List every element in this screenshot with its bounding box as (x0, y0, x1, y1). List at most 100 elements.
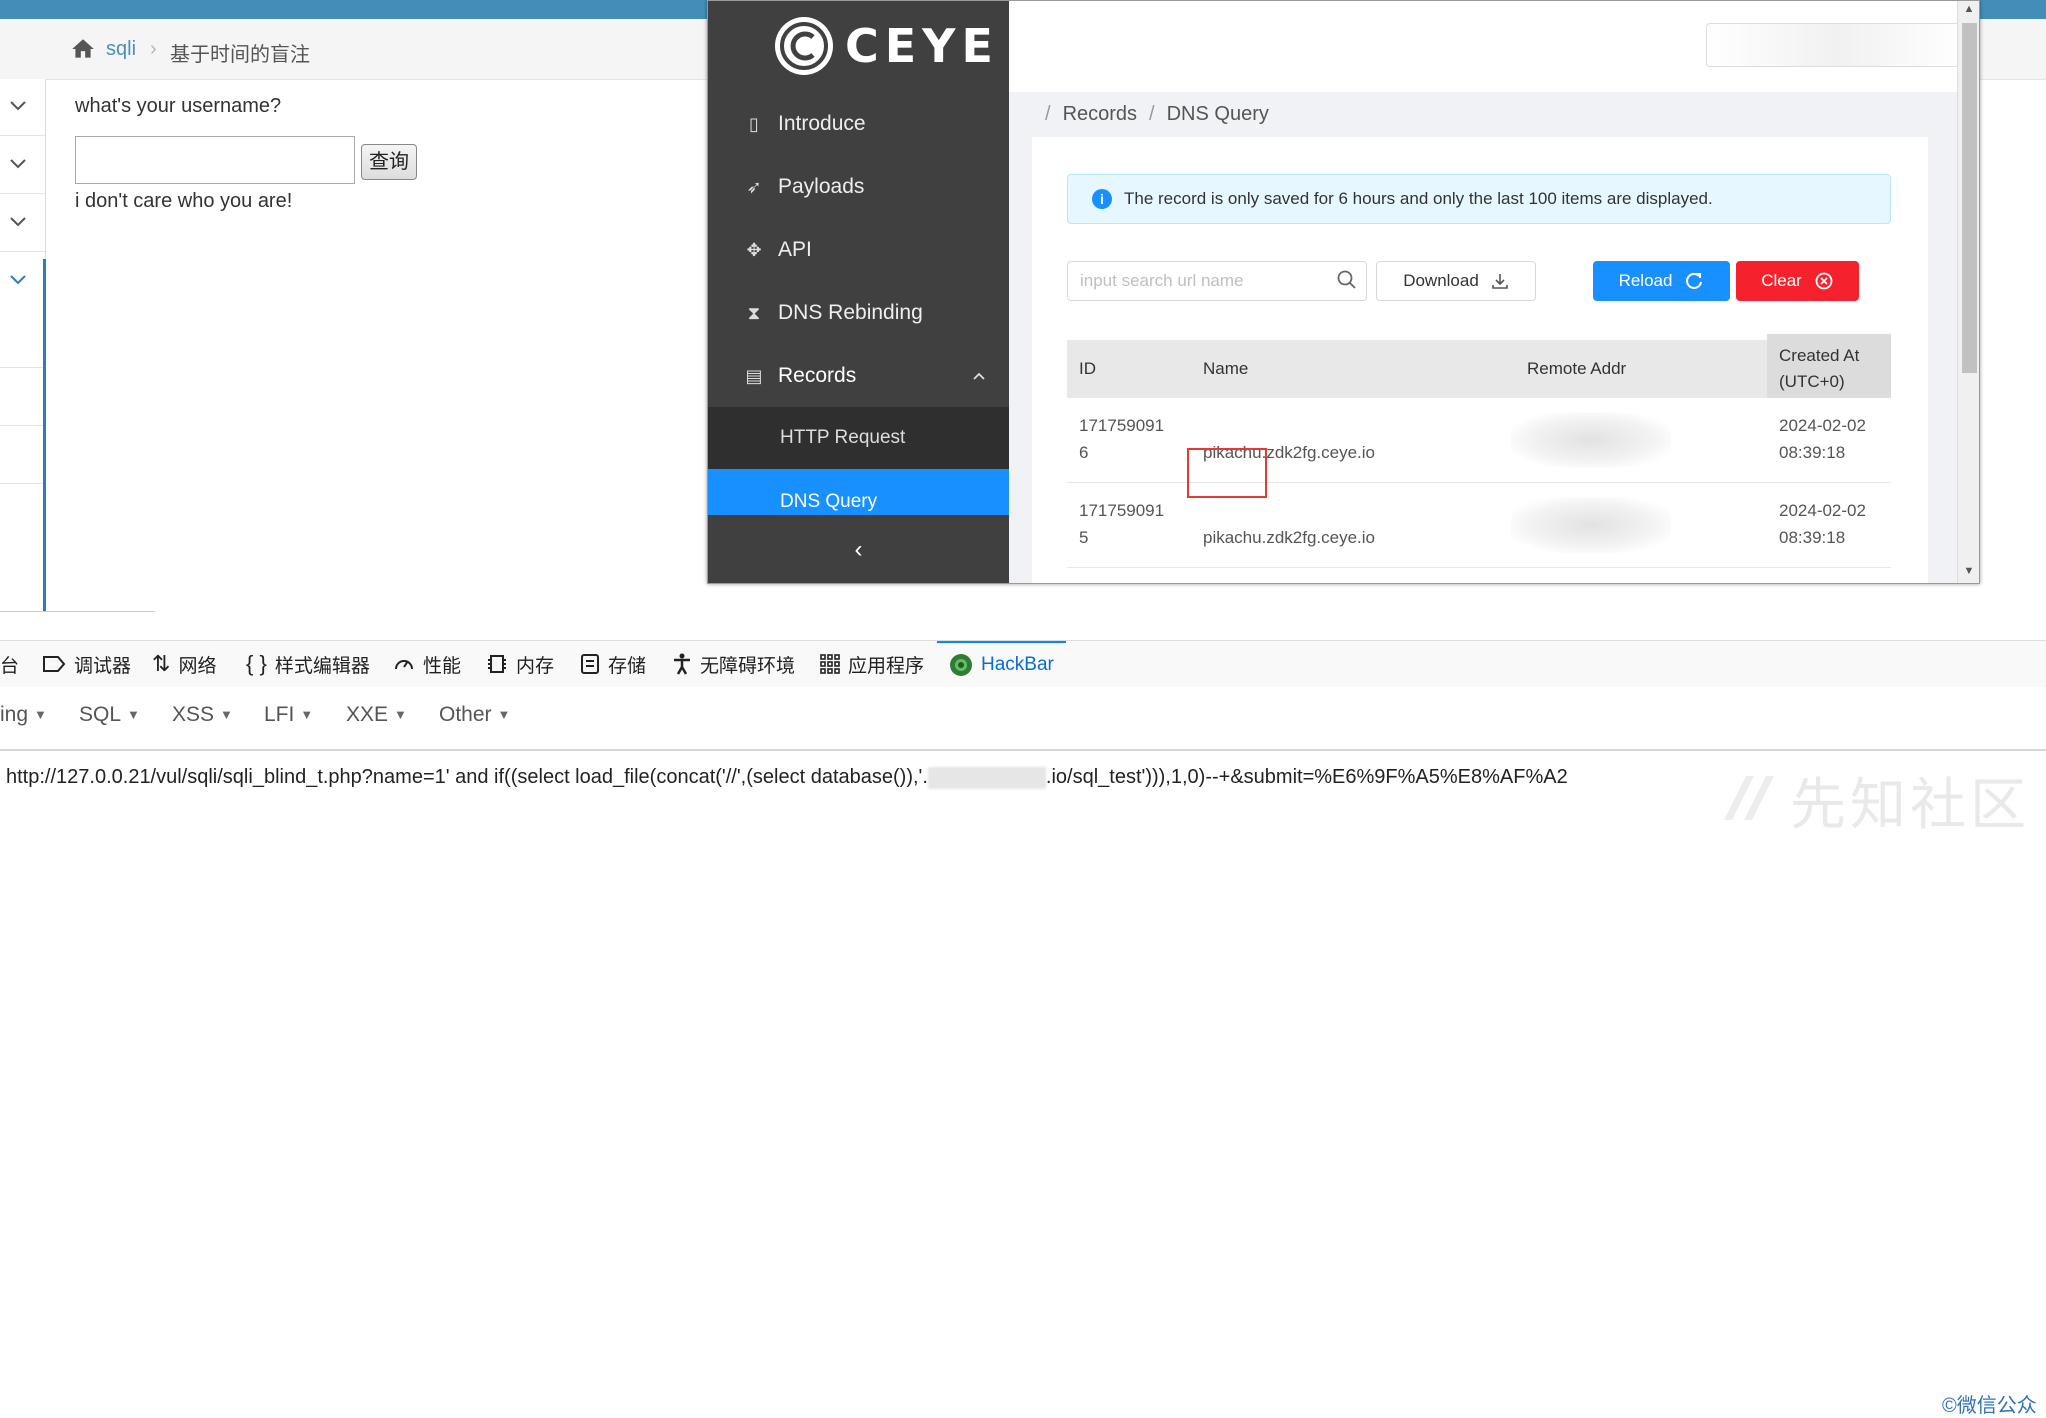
caret-down-icon: ▼ (127, 707, 140, 722)
tab-debugger[interactable]: 调试器 (42, 641, 131, 687)
breadcrumb-link-sqli[interactable]: sqli (106, 38, 136, 61)
wechat-watermark: ©微信公众 (1942, 1395, 2037, 1417)
tab-label: 调试器 (74, 655, 132, 677)
download-icon (1491, 274, 1508, 289)
ceye-header (1009, 1, 1979, 92)
records-submenu: HTTP Request DNS Query (708, 407, 1009, 515)
tab-label: 应用程序 (848, 655, 925, 677)
chevron-down-icon[interactable] (8, 211, 28, 231)
button-label: Clear (1761, 271, 1802, 290)
tab-application[interactable]: 应用程序 (820, 641, 924, 687)
breadcrumb-separator: / (1149, 103, 1155, 125)
breadcrumb-current: 基于时间的盲注 (170, 44, 310, 66)
tab-label: 样式编辑器 (274, 655, 370, 677)
caret-down-icon: ▼ (300, 707, 314, 722)
sidebar-item-label: HTTP Request (780, 427, 906, 448)
tab-network[interactable]: ⇅ 网络 (152, 641, 216, 687)
sidebar-collapsed (0, 79, 46, 611)
sidebar-collapse-button[interactable]: ‹ (708, 515, 1009, 583)
id-line: 171759091 (1079, 416, 1165, 435)
tab-hackbar[interactable]: HackBar (937, 641, 1066, 687)
sidebar-item-api[interactable]: ✥ API (708, 219, 1009, 281)
caret-down-icon: ▼ (497, 707, 511, 722)
tab-memory[interactable]: 内存 (486, 641, 554, 687)
info-alert: i The record is only saved for 6 hours a… (1067, 174, 1891, 224)
breadcrumb-separator: / (1045, 103, 1051, 125)
chevron-down-icon[interactable] (8, 153, 28, 173)
tab-label: 性能 (423, 655, 462, 677)
chevron-down-icon[interactable] (8, 95, 28, 115)
hackbar-menu: ing ▼ SQL ▼ XSS ▼ LFI ▼ XXE ▼ Other ▼ ©微信公众 (0, 687, 2046, 1417)
cell-created-at: 2024-02-02 08:39:18 (1779, 412, 1866, 466)
sidebar-item-introduce[interactable]: ▯ Introduce (708, 93, 1009, 155)
user-menu[interactable] (1706, 23, 1968, 67)
memory-icon (488, 655, 506, 673)
sidebar-item-label: Records (778, 364, 857, 387)
breadcrumb-records[interactable]: Records (1063, 103, 1137, 125)
book-icon: ▯ (749, 113, 759, 134)
column-header-remote-addr[interactable]: Remote Addr (1527, 340, 1626, 398)
url-text: http://127.0.0.21/vul/sqli/sqli_blind_t.… (6, 766, 928, 788)
scrollbar[interactable]: ▲ ▼ (1957, 1, 1979, 583)
sidebar-item-records[interactable]: ▤ Records (708, 345, 1009, 407)
chevron-down-icon[interactable] (8, 269, 28, 289)
username-input[interactable] (75, 136, 355, 184)
id-line: 5 (1079, 528, 1089, 547)
caret-down-icon: ▼ (394, 707, 407, 722)
hackbar-menu-encoding[interactable]: ing ▼ (0, 703, 47, 727)
tab-accessibility[interactable]: 无障碍环境 (672, 641, 795, 687)
sidebar-item-dns-query[interactable]: DNS Query (708, 469, 1009, 515)
breadcrumb-separator: › (150, 38, 157, 60)
ceye-sidebar: CEYE ▯ Introduce ➶ Payloads ✥ API ⧗ DNS … (708, 1, 1009, 583)
home-icon[interactable] (70, 36, 96, 62)
column-header-created-at[interactable]: Created At (UTC+0) (1767, 334, 1891, 404)
ceye-window: CEYE ▯ Introduce ➶ Payloads ✥ API ⧗ DNS … (707, 0, 1980, 584)
tab-style-editor[interactable]: { } 样式编辑器 (246, 641, 370, 687)
reload-button[interactable]: Reload (1593, 261, 1730, 301)
menu-label: XSS (172, 703, 215, 726)
tab-storage[interactable]: 存储 (580, 641, 646, 687)
site-logo-icon (1724, 776, 1774, 820)
ceye-logo: CEYE (773, 11, 999, 81)
column-header-name[interactable]: Name (1203, 340, 1248, 398)
hackbar-menu-sql[interactable]: SQL ▼ (79, 703, 140, 727)
tab-label: 台 (0, 655, 20, 677)
style-editor-icon: { } (246, 651, 267, 676)
download-button[interactable]: Download (1376, 261, 1536, 301)
sidebar-item-payloads[interactable]: ➶ Payloads (708, 156, 1009, 218)
hackbar-menu-lfi[interactable]: LFI ▼ (264, 703, 313, 727)
table-header: ID Name Remote Addr Created At (UTC+0) (1067, 334, 1891, 404)
reload-icon (1686, 273, 1703, 289)
tab-performance[interactable]: 性能 (393, 641, 461, 687)
id-line: 171759091 (1079, 501, 1165, 520)
sidebar-item-label: DNS Query (780, 491, 878, 512)
tab-label: HackBar (981, 654, 1054, 675)
search-icon[interactable] (1336, 269, 1358, 291)
sidebar-item-label: Payloads (778, 175, 865, 198)
tab-label: 网络 (178, 655, 217, 677)
scroll-down-icon[interactable]: ▼ (1958, 565, 1979, 577)
column-header-id[interactable]: ID (1079, 340, 1096, 398)
divider (0, 193, 45, 194)
hackbar-menu-other[interactable]: Other ▼ (439, 703, 510, 727)
time-line: 08:39:18 (1779, 443, 1846, 462)
hackbar-menu-xxe[interactable]: XXE ▼ (346, 703, 407, 727)
cell-created-at: 2024-02-02 08:39:18 (1779, 497, 1866, 551)
sidebar-item-dns-rebinding[interactable]: ⧗ DNS Rebinding (708, 282, 1009, 344)
hackbar-url-input[interactable]: http://127.0.0.21/vul/sqli/sqli_blind_t.… (6, 766, 1568, 789)
hackbar-menu-xss[interactable]: XSS ▼ (172, 703, 233, 727)
scroll-up-icon[interactable]: ▲ (1958, 3, 1979, 15)
scroll-thumb[interactable] (1962, 23, 1977, 373)
info-icon: i (1092, 189, 1112, 209)
search-input[interactable] (1078, 270, 1322, 292)
tab-console[interactable]: 台 (0, 641, 19, 687)
divider (0, 483, 45, 484)
sidebar-item-http-request[interactable]: HTTP Request (708, 407, 1009, 469)
button-label: Reload (1618, 271, 1673, 290)
query-button[interactable]: 查询 (361, 144, 417, 180)
close-circle-icon (1815, 272, 1833, 290)
hackbar-icon (950, 654, 972, 676)
divider (0, 425, 45, 426)
clear-button[interactable]: Clear (1736, 261, 1859, 301)
active-indicator (43, 259, 46, 611)
